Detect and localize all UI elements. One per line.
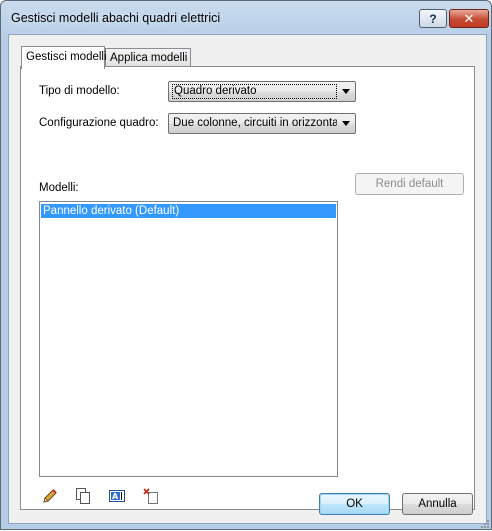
resize-grip-icon[interactable] bbox=[479, 517, 489, 528]
tab-apply-templates[interactable]: Applica modelli bbox=[105, 48, 191, 67]
panel-config-label: Configurazione quadro: bbox=[39, 117, 159, 129]
edit-pencil-icon[interactable] bbox=[41, 487, 59, 505]
template-type-label: Tipo di modello: bbox=[39, 85, 120, 97]
models-list[interactable]: Pannello derivato (Default) bbox=[39, 201, 338, 477]
tab-panel: Tipo di modello: Quadro derivato Configu… bbox=[20, 66, 475, 510]
title-bar[interactable]: Gestisci modelli abachi quadri elettrici… bbox=[1, 1, 491, 35]
set-default-button[interactable]: Rendi default bbox=[355, 173, 464, 195]
close-button[interactable]: ✕ bbox=[449, 9, 489, 28]
cancel-button[interactable]: Annulla bbox=[402, 493, 473, 515]
models-label: Modelli: bbox=[39, 182, 79, 194]
panel-config-select[interactable]: Due colonne, circuiti in orizzontale bbox=[168, 113, 356, 134]
delete-icon[interactable] bbox=[142, 487, 160, 505]
rename-icon[interactable]: A bbox=[108, 487, 126, 505]
help-button[interactable]: ? bbox=[419, 9, 447, 28]
duplicate-icon[interactable] bbox=[74, 487, 92, 505]
ok-button[interactable]: OK bbox=[319, 493, 390, 515]
panel-config-value: Due colonne, circuiti in orizzontale bbox=[173, 117, 337, 129]
svg-text:A: A bbox=[112, 492, 119, 501]
window-title: Gestisci modelli abachi quadri elettrici bbox=[11, 11, 221, 25]
dialog-window: Gestisci modelli abachi quadri elettrici… bbox=[0, 0, 492, 530]
template-type-value: Quadro derivato bbox=[172, 84, 337, 99]
dialog-body: Gestisci modelli Applica modelli Tipo di… bbox=[8, 34, 487, 524]
chevron-down-icon bbox=[342, 121, 350, 126]
chevron-down-icon bbox=[342, 89, 350, 94]
tab-manage-templates[interactable]: Gestisci modelli bbox=[21, 46, 107, 69]
list-item[interactable]: Pannello derivato (Default) bbox=[41, 204, 336, 218]
template-type-select[interactable]: Quadro derivato bbox=[168, 81, 356, 102]
